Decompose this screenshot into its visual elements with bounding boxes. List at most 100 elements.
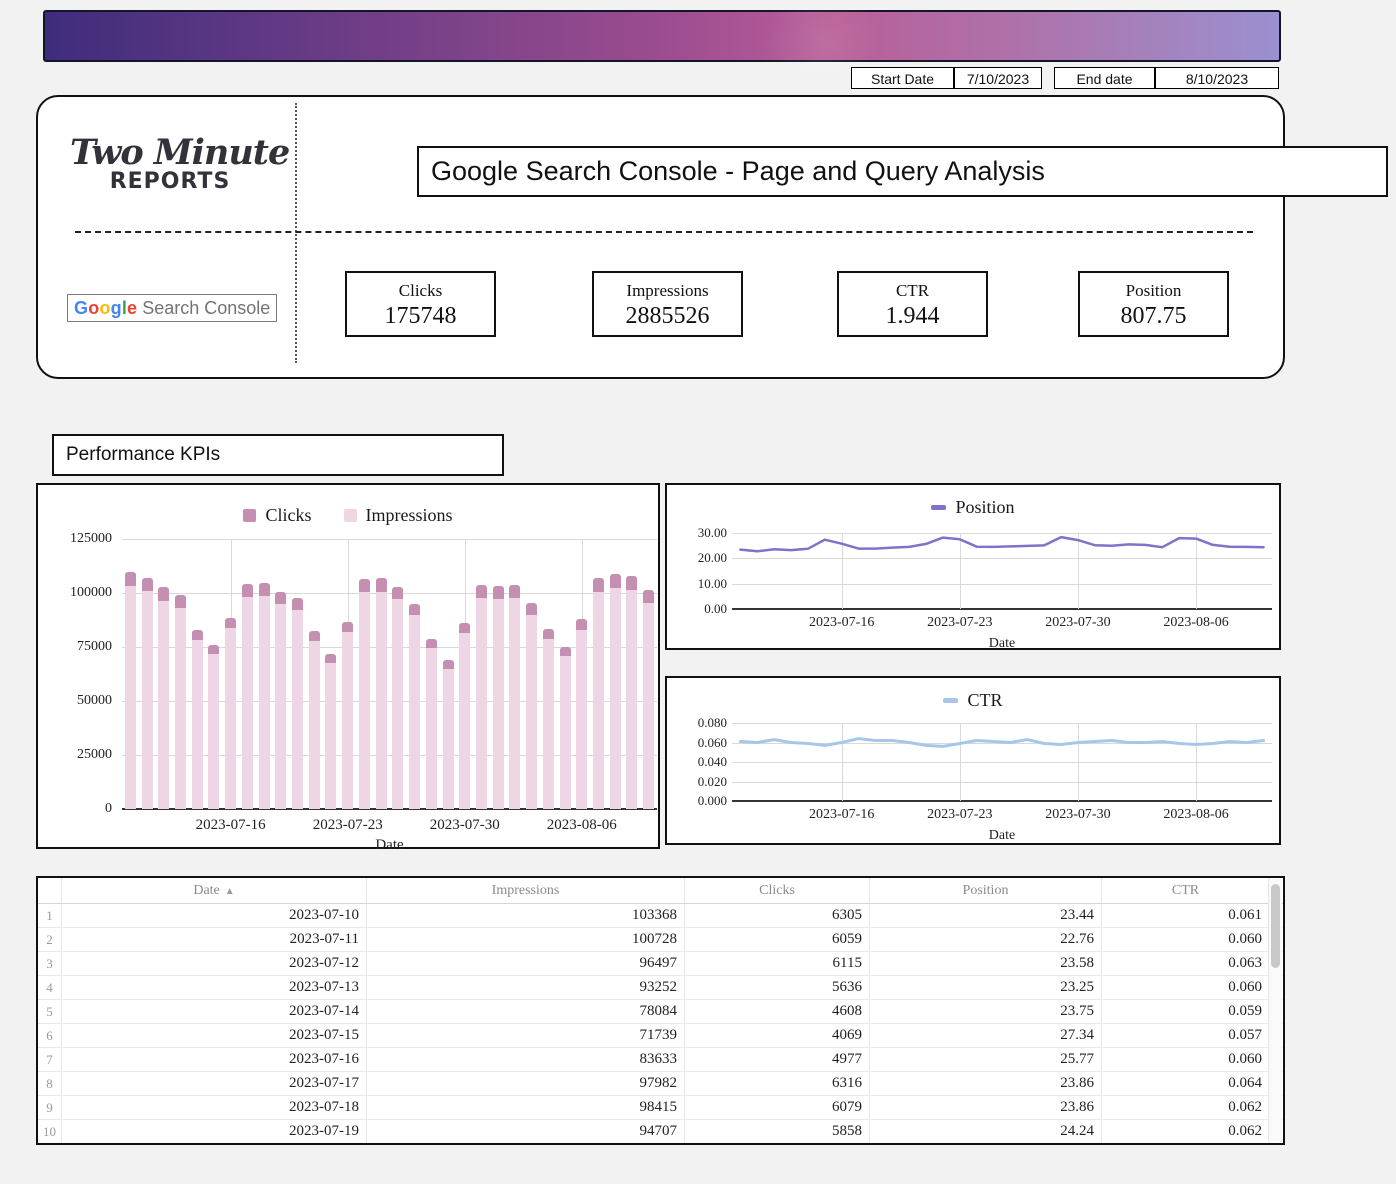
bar-2023-07-27 <box>409 604 420 809</box>
cell-clicks: 6115 <box>685 952 870 975</box>
row-number: 10 <box>38 1120 62 1143</box>
kpi-label: Clicks <box>347 281 494 301</box>
bar-2023-08-05 <box>560 647 571 809</box>
cell-date: 2023-07-11 <box>62 928 367 951</box>
end-date-input[interactable]: 8/10/2023 <box>1155 67 1279 89</box>
google-letter: o <box>99 298 110 318</box>
row-number: 5 <box>38 1000 62 1023</box>
cell-position: 23.75 <box>870 1000 1102 1023</box>
kpi-label: CTR <box>839 281 986 301</box>
y-tick-label: 0.00 <box>669 601 727 617</box>
impressions-segment <box>325 663 336 809</box>
column-header-impressions[interactable]: Impressions <box>367 878 685 903</box>
table-row: 22023-07-11100728605922.760.060 <box>38 928 1283 952</box>
impressions-segment <box>476 598 487 809</box>
row-number: 3 <box>38 952 62 975</box>
impressions-segment <box>259 596 270 809</box>
clicks-segment <box>476 585 487 598</box>
bar-2023-08-04 <box>543 629 554 809</box>
impressions-segment <box>543 639 554 809</box>
cell-date: 2023-07-18 <box>62 1096 367 1119</box>
cell-date: 2023-07-14 <box>62 1000 367 1023</box>
start-date-input[interactable]: 7/10/2023 <box>954 67 1042 89</box>
impressions-segment <box>593 592 604 810</box>
impressions-segment <box>643 603 654 809</box>
clicks-segment <box>593 578 604 592</box>
impressions-segment <box>158 601 169 809</box>
cell-impressions: 100728 <box>367 928 685 951</box>
cell-position: 22.76 <box>870 928 1102 951</box>
impressions-segment <box>175 608 186 809</box>
impressions-segment <box>459 633 470 809</box>
row-number: 1 <box>38 904 62 927</box>
x-axis-title: Date <box>732 828 1272 844</box>
cell-position: 23.44 <box>870 904 1102 927</box>
bar-2023-08-09 <box>626 576 637 809</box>
x-tick-label: 2023-08-06 <box>1151 615 1241 631</box>
bar-2023-07-11 <box>142 578 153 809</box>
bar-2023-08-03 <box>526 603 537 809</box>
clicks-segment <box>208 645 219 654</box>
clicks-segment <box>259 583 270 596</box>
table-row: 32023-07-1296497611523.580.063 <box>38 952 1283 976</box>
bar-2023-07-12 <box>158 587 169 809</box>
table-row: 52023-07-1478084460823.750.059 <box>38 1000 1283 1024</box>
cell-ctr: 0.063 <box>1102 952 1270 975</box>
row-number: 9 <box>38 1096 62 1119</box>
cell-clicks: 6079 <box>685 1096 870 1119</box>
y-tick-label: 50000 <box>44 693 112 709</box>
y-tick-label: 30.00 <box>669 525 727 541</box>
impressions-segment <box>409 615 420 809</box>
column-header-ctr[interactable]: CTR <box>1102 878 1270 903</box>
table-header-row: Date▲ImpressionsClicksPositionCTR <box>38 878 1283 904</box>
impressions-segment <box>359 592 370 809</box>
bar-chart-legend: Clicks Impressions <box>38 505 658 526</box>
cell-ctr: 0.057 <box>1102 1024 1270 1047</box>
impressions-segment <box>576 630 587 809</box>
bar-2023-07-13 <box>175 595 186 809</box>
y-gridline <box>122 539 657 540</box>
x-tick-label: 2023-07-16 <box>797 807 887 823</box>
cell-clicks: 5858 <box>685 1120 870 1143</box>
impressions-segment <box>292 610 303 809</box>
impressions-legend-label: Impressions <box>366 505 453 526</box>
table-row: 42023-07-1393252563623.250.060 <box>38 976 1283 1000</box>
impressions-legend-swatch <box>344 509 357 522</box>
ctr-line-chart-panel: CTR 0.0000.0200.0400.0600.0802023-07-162… <box>665 676 1281 845</box>
clicks-segment <box>392 587 403 600</box>
bar-2023-07-15 <box>208 645 219 809</box>
y-tick-label: 0.000 <box>669 793 727 809</box>
table-scrollbar-thumb[interactable] <box>1271 884 1280 968</box>
bar-2023-07-20 <box>292 598 303 809</box>
cell-clicks: 6316 <box>685 1072 870 1095</box>
x-tick-label: 2023-07-23 <box>915 807 1005 823</box>
y-tick-label: 20.00 <box>669 550 727 566</box>
cell-clicks: 5636 <box>685 976 870 999</box>
x-axis-title: Date <box>122 837 657 854</box>
cell-impressions: 78084 <box>367 1000 685 1023</box>
bar-2023-07-21 <box>309 631 320 809</box>
cell-ctr: 0.060 <box>1102 928 1270 951</box>
y-tick-label: 125000 <box>44 531 112 547</box>
cell-date: 2023-07-17 <box>62 1072 367 1095</box>
end-date-label: End date <box>1054 67 1155 89</box>
column-header-date[interactable]: Date▲ <box>62 878 367 903</box>
bar-2023-07-14 <box>192 630 203 809</box>
cell-clicks: 4977 <box>685 1048 870 1071</box>
y-tick-label: 10.00 <box>669 576 727 592</box>
row-number-header <box>38 878 62 903</box>
table-row: 82023-07-1797982631623.860.064 <box>38 1072 1283 1096</box>
google-wordmark: Google <box>74 298 137 319</box>
kpi-impressions: Impressions 2885526 <box>592 271 743 337</box>
bar-2023-07-22 <box>325 654 336 809</box>
clicks-segment <box>560 647 571 656</box>
clicks-legend-label: Clicks <box>265 505 311 526</box>
position-line-chart-panel: Position 0.0010.0020.0030.002023-07-1620… <box>665 483 1281 650</box>
impressions-segment <box>509 598 520 809</box>
column-header-clicks[interactable]: Clicks <box>685 878 870 903</box>
two-minute-reports-logo: Two Minute REPORTS <box>70 132 270 194</box>
position-line <box>732 533 1272 609</box>
column-header-position[interactable]: Position <box>870 878 1102 903</box>
clicks-segment <box>509 585 520 598</box>
x-tick-label: 2023-07-23 <box>303 817 393 834</box>
